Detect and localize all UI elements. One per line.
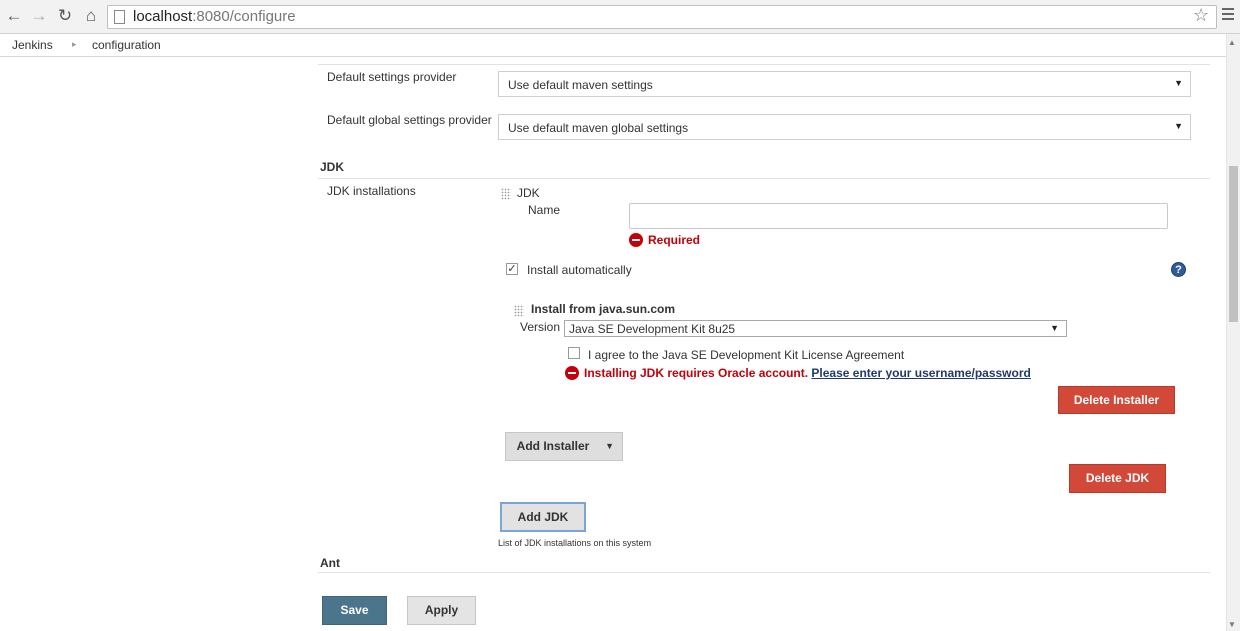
dropdown-arrow-icon: ▼	[1050, 323, 1059, 333]
installer-title: Install from java.sun.com	[531, 302, 676, 316]
jdk-installations-label: JDK installations	[327, 184, 416, 198]
jdk-name-label: Name	[528, 203, 561, 217]
bookmark-star-icon[interactable]: ☆	[1193, 5, 1209, 26]
install-automatically-checkbox[interactable]: ✓	[506, 263, 518, 275]
add-jdk-button[interactable]: Add JDK	[500, 502, 586, 532]
required-error: Required	[629, 233, 700, 247]
jdk-section-title: JDK	[320, 160, 345, 174]
page-icon	[114, 10, 125, 24]
default-global-settings-select[interactable]: Use default maven global settings ▼	[498, 114, 1191, 140]
delete-installer-button[interactable]: Delete Installer	[1058, 386, 1175, 414]
scrollbar-thumb[interactable]	[1229, 166, 1238, 322]
browser-menu-icon[interactable]	[1222, 8, 1234, 23]
add-installer-label: Add Installer	[516, 439, 590, 453]
license-agree-checkbox[interactable]	[568, 347, 580, 359]
reload-icon[interactable]: ↻	[55, 6, 75, 26]
home-icon[interactable]: ⌂	[81, 6, 101, 26]
breadcrumb-separator-icon: ▸	[72, 39, 77, 49]
install-automatically-label: Install automatically	[527, 263, 632, 277]
default-settings-select[interactable]: Use default maven settings ▼	[498, 71, 1191, 97]
required-message: Required	[648, 233, 701, 247]
dropdown-arrow-icon: ▼	[1174, 121, 1183, 131]
ant-section-title: Ant	[320, 556, 340, 570]
add-installer-button[interactable]: Add Installer ▼	[505, 432, 623, 461]
breadcrumb-configuration[interactable]: configuration	[92, 38, 161, 52]
jdk-list-note: List of JDK installations on this system	[498, 538, 652, 548]
default-settings-value: Use default maven settings	[508, 78, 653, 92]
url-text: localhost:8080/configure	[133, 8, 296, 25]
license-agree-label: I agree to the Java SE Development Kit L…	[588, 348, 905, 362]
error-icon	[629, 233, 643, 247]
oracle-account-error: Installing JDK requires Oracle account. …	[565, 366, 1031, 380]
breadcrumb-jenkins[interactable]: Jenkins	[12, 38, 53, 52]
back-arrow-icon[interactable]: ←	[4, 6, 24, 26]
dropdown-arrow-icon: ▼	[605, 441, 614, 451]
jdk-name-input[interactable]	[629, 203, 1168, 229]
oracle-credentials-link[interactable]: Please enter your username/password	[811, 366, 1030, 380]
jdk-version-value: Java SE Development Kit 8u25	[569, 322, 736, 336]
error-icon	[565, 366, 579, 380]
jdk-version-select[interactable]: Java SE Development Kit 8u25 ▼	[564, 320, 1067, 337]
drag-handle-icon[interactable]	[514, 305, 524, 317]
jdk-block-title: JDK	[517, 186, 540, 200]
section-divider	[318, 572, 1210, 573]
drag-handle-icon[interactable]	[501, 188, 511, 200]
apply-button[interactable]: Apply	[407, 596, 476, 625]
save-button[interactable]: Save	[322, 596, 387, 625]
help-icon[interactable]: ?	[1171, 262, 1186, 277]
default-global-settings-label: Default global settings provider	[327, 113, 492, 127]
section-divider	[318, 64, 1210, 65]
delete-jdk-button[interactable]: Delete JDK	[1069, 464, 1166, 493]
section-divider	[318, 178, 1210, 179]
dropdown-arrow-icon: ▼	[1174, 78, 1183, 88]
forward-arrow-icon[interactable]: →	[29, 6, 49, 26]
page-scrollbar[interactable]	[1226, 34, 1240, 631]
scroll-down-icon[interactable]: ▼	[1228, 620, 1236, 629]
oracle-error-text: Installing JDK requires Oracle account.	[584, 366, 809, 380]
bottom-action-bar	[0, 583, 1226, 631]
scroll-up-icon[interactable]: ▲	[1228, 38, 1236, 47]
default-settings-label: Default settings provider	[327, 70, 457, 84]
breadcrumb: Jenkins ▸ configuration	[0, 34, 1226, 57]
address-bar[interactable]: localhost:8080/configure	[107, 5, 1217, 29]
version-label: Version	[520, 320, 561, 334]
default-global-settings-value: Use default maven global settings	[508, 121, 689, 135]
browser-toolbar: ← → ↻ ⌂ localhost:8080/configure ☆	[0, 0, 1240, 34]
